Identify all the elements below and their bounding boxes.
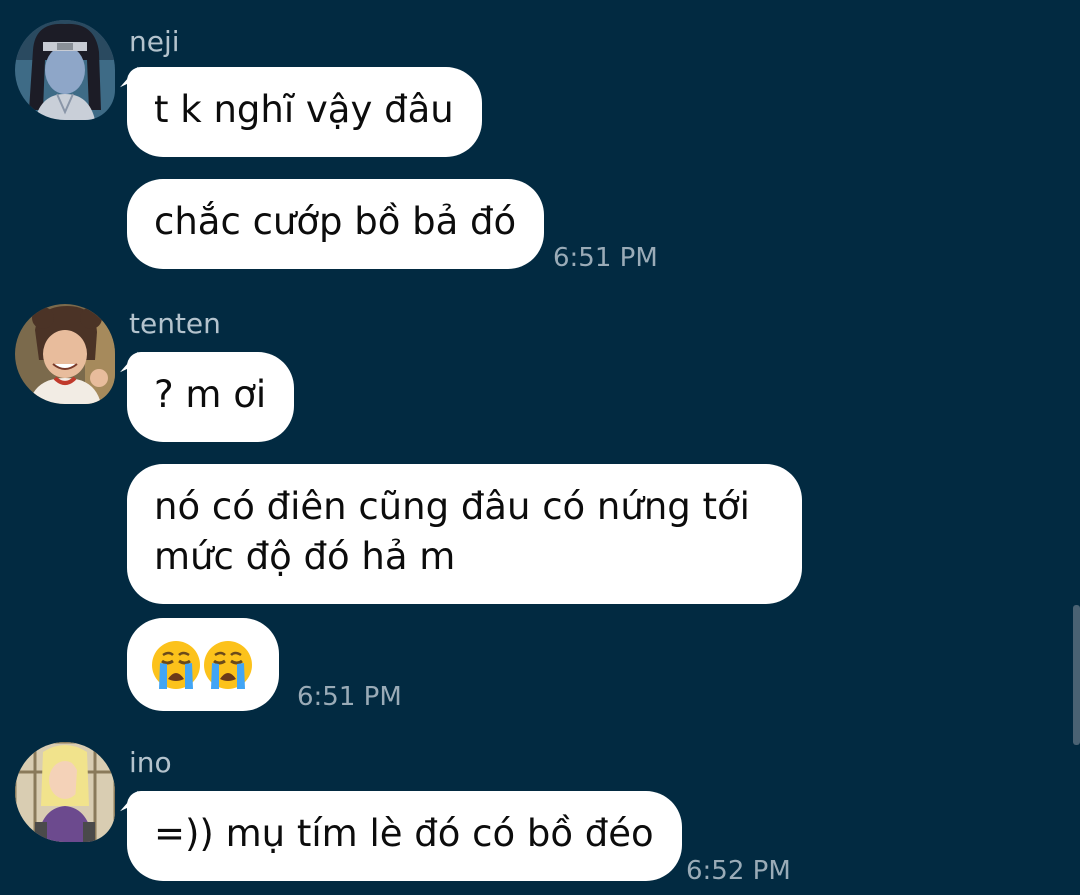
- timestamp: 6:52 PM: [686, 856, 791, 886]
- timestamp: 6:51 PM: [553, 243, 658, 273]
- tenten-avatar-icon: [15, 304, 115, 404]
- avatar[interactable]: [15, 20, 115, 120]
- crying-face-emoji-icon: [152, 640, 252, 689]
- message-bubble[interactable]: chắc cướp bồ bả đó: [127, 179, 545, 269]
- neji-avatar-icon: [15, 20, 115, 120]
- timestamp: 6:51 PM: [297, 682, 402, 712]
- scrollbar[interactable]: [1073, 605, 1080, 745]
- message-bubble[interactable]: t k nghĩ vậy đâu: [127, 67, 482, 157]
- message-bubble[interactable]: nó có điên cũng đâu có nứng tới mức độ đ…: [127, 464, 802, 604]
- ino-avatar-icon: [15, 742, 115, 842]
- avatar[interactable]: [15, 304, 115, 404]
- message-bubble[interactable]: ? m ơi: [127, 352, 295, 442]
- message-bubble[interactable]: =)) mụ tím lè đó có bồ đéo: [127, 791, 682, 881]
- sender-name: neji: [129, 25, 180, 58]
- sender-name: ino: [129, 746, 172, 779]
- emoji-message-bubble[interactable]: [127, 618, 279, 711]
- avatar[interactable]: [15, 742, 115, 842]
- sender-name: tenten: [129, 307, 221, 340]
